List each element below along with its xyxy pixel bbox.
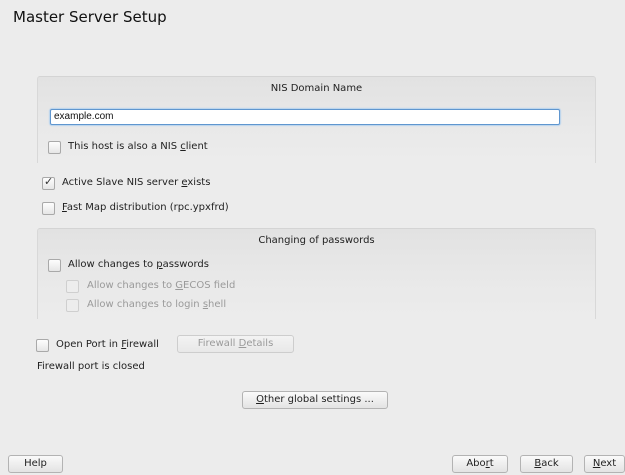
allow-shell-label-rest: hell bbox=[208, 299, 227, 310]
nis-domain-input[interactable] bbox=[50, 109, 560, 125]
allow-gecos-label-text: Allow changes to bbox=[87, 280, 176, 291]
fast-map-label-rest: ast Map distribution (rpc.ypxfrd) bbox=[66, 202, 229, 213]
nis-client-label-rest: lient bbox=[185, 141, 208, 152]
allow-shell-label-text: Allow changes to login bbox=[87, 299, 203, 310]
allow-password-changes-label[interactable]: Allow changes to passwords bbox=[68, 259, 209, 270]
active-slave-checkbox[interactable]: ✓ bbox=[42, 175, 55, 190]
nis-client-checkbox[interactable] bbox=[48, 141, 61, 154]
active-slave-label-text: Active Slave NIS server bbox=[62, 177, 182, 188]
other-global-settings-button[interactable]: Other global settings ... bbox=[242, 391, 388, 409]
open-port-label-rest: irewall bbox=[126, 339, 159, 350]
back-button-rest: ack bbox=[541, 458, 559, 469]
back-button[interactable]: Back bbox=[520, 455, 573, 473]
allow-shell-label[interactable]: Allow changes to login shell bbox=[87, 299, 226, 310]
firewall-status: Firewall port is closed bbox=[37, 361, 145, 372]
allow-password-changes-checkbox[interactable] bbox=[48, 259, 61, 272]
other-settings-accel: O bbox=[256, 394, 264, 405]
nis-client-label[interactable]: This host is also a NIS client bbox=[68, 141, 208, 152]
allow-shell-checkbox[interactable] bbox=[66, 299, 79, 312]
firewall-details-button[interactable]: Firewall Details bbox=[177, 335, 294, 353]
checkmark-icon: ✓ bbox=[44, 175, 54, 188]
allow-password-changes-label-text: Allow changes to bbox=[68, 259, 157, 270]
next-button-rest: ext bbox=[600, 458, 617, 469]
abort-button-text: Abo bbox=[466, 458, 486, 469]
passwords-group-title: Changing of passwords bbox=[258, 235, 375, 246]
abort-button[interactable]: Abort bbox=[452, 455, 508, 473]
firewall-details-button-text: Firewall bbox=[197, 338, 239, 349]
page-title: Master Server Setup bbox=[13, 8, 167, 26]
active-slave-label-rest: xists bbox=[187, 177, 211, 188]
allow-gecos-checkbox[interactable] bbox=[66, 280, 79, 293]
active-slave-label[interactable]: Active Slave NIS server exists bbox=[62, 177, 210, 188]
nis-domain-group-title: NIS Domain Name bbox=[270, 83, 363, 94]
allow-password-changes-label-rest: asswords bbox=[162, 259, 209, 270]
nis-client-label-text: This host is also a NIS bbox=[68, 141, 181, 152]
allow-gecos-label-accel: G bbox=[175, 280, 184, 291]
allow-gecos-label[interactable]: Allow changes to GECOS field bbox=[87, 280, 235, 291]
next-button[interactable]: Next bbox=[584, 455, 625, 473]
open-port-label-text: Open Port in bbox=[56, 339, 122, 350]
firewall-details-button-rest: etails bbox=[246, 338, 274, 349]
abort-button-rest: t bbox=[489, 458, 494, 469]
fast-map-checkbox[interactable] bbox=[42, 202, 55, 215]
other-settings-rest: ther global settings ... bbox=[263, 394, 374, 405]
open-port-checkbox[interactable] bbox=[36, 339, 49, 352]
fast-map-label[interactable]: Fast Map distribution (rpc.ypxfrd) bbox=[62, 202, 229, 213]
allow-gecos-label-rest: ECOS field bbox=[183, 280, 236, 291]
help-button[interactable]: Help bbox=[8, 455, 63, 473]
open-port-label[interactable]: Open Port in Firewall bbox=[56, 339, 159, 350]
